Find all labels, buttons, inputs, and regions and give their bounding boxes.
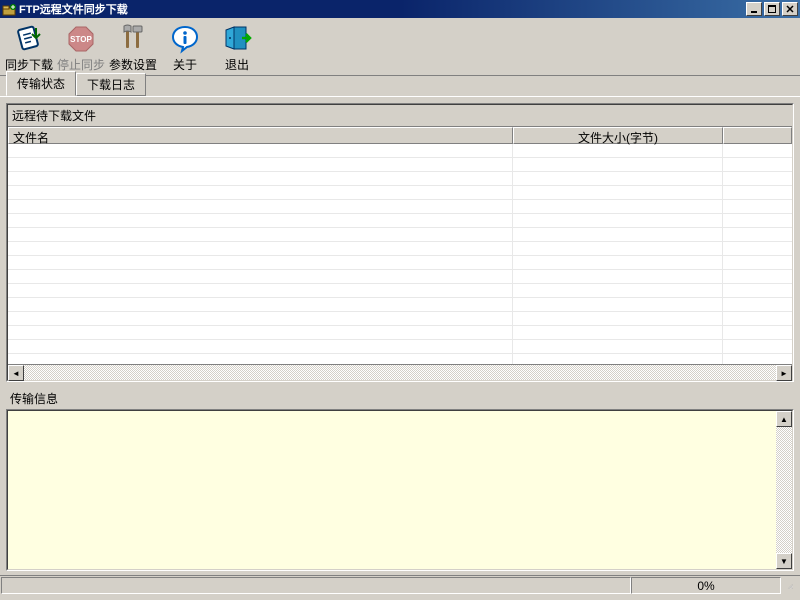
table-header: 文件名 文件大小(字节) [8, 127, 792, 144]
table-row [8, 158, 792, 172]
table-row [8, 228, 792, 242]
tools-icon [117, 23, 149, 54]
exit-button[interactable]: 退出 [212, 20, 262, 74]
toolbar-label: 退出 [225, 56, 249, 73]
table-row [8, 242, 792, 256]
col-spacer-header [723, 127, 792, 144]
scroll-right-button[interactable]: ► [776, 365, 792, 381]
table-row [8, 256, 792, 270]
stop-sync-button[interactable]: STOP 停止同步 [56, 20, 106, 74]
resize-grip[interactable] [781, 577, 799, 594]
remote-files-title: 远程待下载文件 [8, 105, 792, 127]
transfer-info-panel: 传输信息 ▲ ▼ [6, 388, 794, 571]
table-row [8, 214, 792, 228]
titlebar-text: FTP远程文件同步下载 [19, 1, 746, 17]
transfer-info-title: 传输信息 [6, 388, 794, 409]
app-icon [2, 2, 16, 16]
toolbar: 同步下载 STOP 停止同步 参数设置 关于 退出 [0, 18, 800, 76]
status-main [1, 577, 631, 594]
titlebar-buttons [746, 2, 798, 16]
minimize-button[interactable] [746, 2, 762, 16]
status-percent: 0% [631, 577, 781, 594]
table-row [8, 326, 792, 340]
table-row [8, 144, 792, 158]
table-row [8, 270, 792, 284]
about-button[interactable]: 关于 [160, 20, 210, 74]
tab-transfer-status[interactable]: 传输状态 [6, 71, 76, 96]
table-row [8, 312, 792, 326]
tab-strip: 传输状态 下载日志 [0, 76, 800, 96]
scroll-down-button[interactable]: ▼ [776, 553, 792, 569]
scroll-left-button[interactable]: ◄ [8, 365, 24, 381]
file-table: 文件名 文件大小(字节) [8, 127, 792, 380]
transfer-info-body[interactable] [8, 411, 776, 569]
settings-button[interactable]: 参数设置 [108, 20, 158, 74]
content-area: 远程待下载文件 文件名 文件大小(字节) [0, 96, 800, 571]
table-row [8, 298, 792, 312]
statusbar: 0% [0, 575, 800, 595]
horizontal-scrollbar[interactable]: ◄ ► [8, 364, 792, 380]
col-filename-header[interactable]: 文件名 [8, 127, 513, 144]
table-row [8, 200, 792, 214]
toolbar-label: 关于 [173, 56, 197, 73]
info-icon [169, 23, 201, 54]
table-body[interactable] [8, 144, 792, 364]
table-row [8, 186, 792, 200]
vertical-scrollbar[interactable]: ▲ ▼ [776, 411, 792, 569]
sync-download-icon [13, 23, 45, 54]
toolbar-label: 参数设置 [109, 56, 157, 73]
titlebar: FTP远程文件同步下载 [0, 0, 800, 18]
table-row [8, 172, 792, 186]
remote-files-panel: 远程待下载文件 文件名 文件大小(字节) [6, 103, 794, 382]
exit-icon [221, 23, 253, 54]
table-row [8, 354, 792, 364]
svg-text:STOP: STOP [70, 35, 92, 44]
scroll-track[interactable] [24, 365, 776, 380]
scroll-track[interactable] [776, 427, 792, 553]
grip-icon [787, 579, 793, 593]
scroll-up-button[interactable]: ▲ [776, 411, 792, 427]
tab-download-log[interactable]: 下载日志 [76, 73, 146, 96]
table-row [8, 340, 792, 354]
close-button[interactable] [782, 2, 798, 16]
col-filesize-header[interactable]: 文件大小(字节) [513, 127, 723, 144]
maximize-button[interactable] [764, 2, 780, 16]
stop-icon: STOP [65, 23, 97, 54]
sync-download-button[interactable]: 同步下载 [4, 20, 54, 74]
table-row [8, 284, 792, 298]
